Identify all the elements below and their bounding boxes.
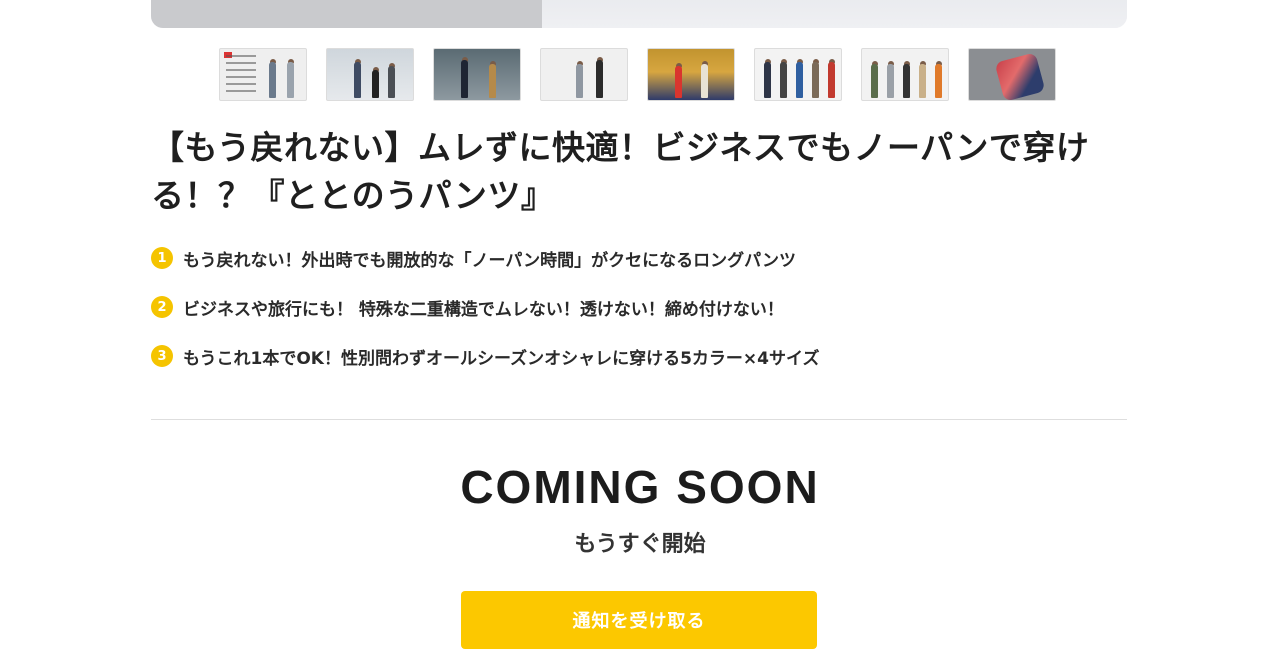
model-figure — [354, 62, 361, 98]
thumbnail-4[interactable] — [540, 48, 628, 101]
thumbnail-8[interactable] — [968, 48, 1056, 101]
model-figure — [903, 64, 910, 98]
model-figure — [919, 64, 926, 98]
model-figure — [935, 64, 942, 98]
model-figure — [780, 62, 787, 98]
thumbnail-5[interactable] — [647, 48, 735, 101]
fabric-detail-graphic — [994, 52, 1046, 100]
feature-number-badge: 2 — [151, 296, 173, 318]
model-figure — [287, 62, 294, 98]
model-figure — [372, 70, 379, 98]
project-page: 【もう戻れない】ムレずに快適！ビジネスでもノーパンで穿ける！？『ととのうパンツ』… — [0, 0, 1280, 670]
feature-item: 3 もうこれ1本でOK！性別問わずオールシーズンオシャレに穿ける5カラー×4サイ… — [151, 343, 819, 369]
section-divider — [151, 419, 1127, 420]
thumbnail-3[interactable] — [433, 48, 521, 101]
thumbnail-7[interactable] — [861, 48, 949, 101]
model-figure — [489, 64, 496, 98]
feature-number-badge: 1 — [151, 247, 173, 269]
coming-soon-subheading: もうすぐ開始 — [574, 532, 706, 557]
model-figure — [796, 62, 803, 98]
thumbnail-6[interactable] — [754, 48, 842, 101]
model-figure — [388, 66, 395, 98]
model-figure — [675, 66, 682, 98]
thumbnail-gallery — [219, 48, 1056, 101]
model-figure — [596, 60, 603, 98]
model-figure — [701, 64, 708, 98]
feature-text: もうこれ1本でOK！性別問わずオールシーズンオシャレに穿ける5カラー×4サイズ — [183, 348, 820, 369]
project-title: 【もう戻れない】ムレずに快適！ビジネスでもノーパンで穿ける！？『ととのうパンツ』 — [151, 128, 1090, 215]
model-figure — [887, 64, 894, 98]
feature-item: 2 ビジネスや旅行にも！ 特殊な二重構造でムレない！透けない！締め付けない！ — [151, 294, 819, 320]
model-figure — [828, 62, 835, 98]
feature-item: 1 もう戻れない！外出時でも開放的な「ノーパン時間」がクセになるロングパンツ — [151, 245, 819, 271]
coming-soon-heading: COMING SOON — [460, 461, 820, 513]
model-figure — [871, 64, 878, 98]
thumbnail-text-graphic — [226, 55, 256, 95]
feature-text: もう戻れない！外出時でも開放的な「ノーパン時間」がクセになるロングパンツ — [183, 250, 797, 271]
hero-image-right-part — [542, 0, 1127, 28]
thumbnail-2[interactable] — [326, 48, 414, 101]
feature-text: ビジネスや旅行にも！ 特殊な二重構造でムレない！透けない！締め付けない！ — [183, 299, 784, 320]
feature-list: 1 もう戻れない！外出時でも開放的な「ノーパン時間」がクセになるロングパンツ 2… — [151, 245, 819, 392]
model-figure — [269, 62, 276, 98]
hero-image-left-part — [151, 0, 542, 28]
model-figure — [764, 62, 771, 98]
feature-number-badge: 3 — [151, 345, 173, 367]
model-figure — [576, 64, 583, 98]
notify-me-button[interactable]: 通知を受け取る — [461, 591, 817, 649]
model-figure — [461, 60, 468, 98]
thumbnail-1[interactable] — [219, 48, 307, 101]
main-product-image[interactable] — [151, 0, 1127, 28]
model-figure — [812, 62, 819, 98]
